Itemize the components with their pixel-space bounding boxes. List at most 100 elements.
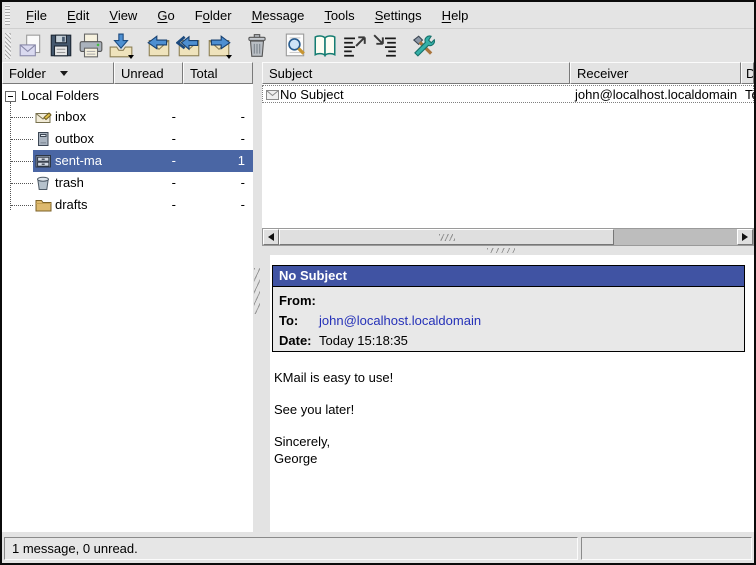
tree-line (11, 161, 33, 162)
kmail-window: File Edit View Go Folder Message Tools S… (0, 0, 756, 565)
folder-tree: Local Folders inbox - - outbox - - s (2, 86, 253, 216)
folder-unread-count: - (172, 153, 176, 168)
drafts-folder-icon (35, 197, 52, 213)
scroll-left-button[interactable] (263, 229, 279, 245)
receiver-column-header[interactable]: Receiver (570, 62, 741, 84)
message-row[interactable]: No Subject john@localhost.localdomain To… (262, 85, 754, 103)
collapse-expander-icon[interactable] (5, 91, 16, 102)
preview-headers-box: From: To: john@localhost.localdomain Dat… (272, 286, 745, 352)
date-column-header[interactable]: Date (741, 62, 754, 84)
reply-button[interactable] (144, 31, 174, 61)
message-preview-pane: No Subject From: To: john@localhost.loca… (262, 255, 754, 532)
menu-go[interactable]: Go (147, 5, 184, 26)
tree-line (11, 183, 33, 184)
menu-folder[interactable]: Folder (185, 5, 242, 26)
to-address-link[interactable]: john@localhost.localdomain (319, 313, 481, 328)
scroll-right-button[interactable] (737, 229, 753, 245)
sort-descending-icon (60, 71, 68, 76)
folder-row-outbox[interactable]: outbox - - (2, 128, 253, 150)
from-row: From: (273, 290, 744, 310)
folder-row-sent-ma[interactable]: sent-ma - 1 (2, 150, 253, 172)
subject-column-header[interactable]: Subject (262, 62, 570, 84)
statusbar-secondary-section (581, 537, 752, 560)
body-paragraph: See you later! (274, 401, 734, 418)
address-book-button[interactable] (310, 31, 340, 61)
reply-all-icon (176, 33, 202, 59)
statusbar-message-section: 1 message, 0 unread. (4, 537, 578, 560)
folder-column-header[interactable]: Folder (2, 62, 114, 84)
outbox-icon (35, 131, 52, 147)
folder-name: inbox (55, 109, 86, 124)
menubar-drag-handle[interactable] (5, 5, 10, 25)
statusbar: 1 message, 0 unread. (2, 534, 754, 563)
menu-file[interactable]: File (16, 5, 57, 26)
find-button[interactable] (280, 31, 310, 61)
scrollbar-grip (439, 234, 455, 241)
menu-message[interactable]: Message (242, 5, 315, 26)
folder-name: outbox (55, 131, 94, 146)
date-value: Today 15:18:35 (319, 333, 408, 348)
folder-column-label: Folder (9, 66, 46, 81)
unread-column-header[interactable]: Unread (114, 62, 183, 84)
folder-row-trash[interactable]: trash - - (2, 172, 253, 194)
list-arrow-in-button[interactable] (370, 31, 400, 61)
root-folder-label: Local Folders (21, 88, 99, 103)
menu-view[interactable]: View (99, 5, 147, 26)
folder-total-count: 1 (238, 153, 245, 168)
check-mail-button[interactable] (106, 31, 136, 61)
configure-button[interactable] (408, 31, 438, 61)
arrow-right-icon (742, 233, 748, 241)
list-arrow-out-button[interactable] (340, 31, 370, 61)
message-subject: No Subject (280, 87, 344, 102)
trash-icon (244, 33, 270, 59)
new-message-button[interactable] (16, 31, 46, 61)
dropdown-caret-icon[interactable] (226, 55, 232, 59)
folder-row-local-folders[interactable]: Local Folders (2, 86, 253, 106)
scrollbar-track[interactable] (614, 229, 737, 245)
arrow-left-icon (268, 233, 274, 241)
forward-button[interactable] (204, 31, 234, 61)
date-row: Date: Today 15:18:35 (273, 330, 744, 350)
folder-name: sent-ma (55, 153, 102, 168)
reply-all-button[interactable] (174, 31, 204, 61)
inbox-icon (35, 109, 52, 125)
statusbar-text: 1 message, 0 unread. (12, 541, 138, 556)
delete-button[interactable] (242, 31, 272, 61)
folder-unread-count: - (172, 197, 176, 212)
total-column-header[interactable]: Total (183, 62, 253, 84)
menu-help[interactable]: Help (432, 5, 479, 26)
to-label: To: (279, 313, 319, 328)
folder-pane: Local Folders inbox - - outbox - - s (2, 84, 253, 532)
from-label: From: (279, 293, 319, 308)
folder-name: drafts (55, 197, 88, 212)
menu-settings[interactable]: Settings (365, 5, 432, 26)
reply-icon (146, 33, 172, 59)
menu-edit[interactable]: Edit (57, 5, 99, 26)
folder-row-inbox[interactable]: inbox - - (2, 106, 253, 128)
horizontal-splitter-grip[interactable] (487, 248, 515, 253)
message-list-header: Subject Receiver Date (262, 62, 754, 84)
total-column-label: Total (190, 66, 217, 81)
scrollbar-thumb[interactable] (279, 229, 614, 245)
menubar: File Edit View Go Folder Message Tools S… (2, 2, 754, 29)
folder-total-count: - (241, 131, 245, 146)
save-button[interactable] (46, 31, 76, 61)
tree-line (11, 117, 33, 118)
folder-total-count: - (241, 175, 245, 190)
print-button[interactable] (76, 31, 106, 61)
unread-column-label: Unread (121, 66, 164, 81)
toolbar-drag-handle[interactable] (5, 33, 11, 59)
message-envelope-icon (266, 90, 279, 100)
menu-message-label: Message (252, 8, 305, 23)
tree-line (11, 139, 33, 140)
menu-tools[interactable]: Tools (314, 5, 364, 26)
folder-row-drafts[interactable]: drafts - - (2, 194, 253, 216)
menu-file-label: File (26, 8, 47, 23)
find-icon (282, 33, 308, 59)
vertical-splitter-grip[interactable] (254, 268, 260, 314)
folder-total-count: - (241, 197, 245, 212)
preview-subject-bar: No Subject (272, 265, 745, 287)
dropdown-caret-icon[interactable] (128, 55, 134, 59)
menu-go-label: Go (157, 8, 174, 23)
folder-unread-count: - (172, 131, 176, 146)
